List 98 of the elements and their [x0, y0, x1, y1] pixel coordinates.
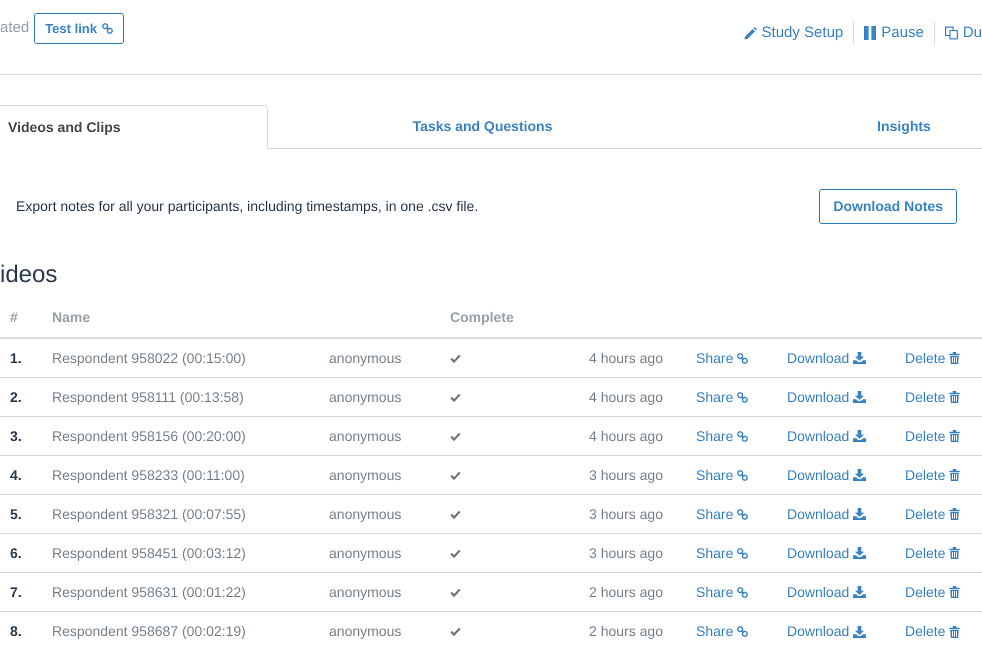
link-icon — [737, 352, 748, 364]
pencil-icon — [744, 26, 757, 40]
trash-icon — [949, 508, 960, 520]
share-link[interactable]: Share — [696, 621, 748, 642]
time-ago: 3 hours ago — [589, 504, 663, 524]
link-icon — [737, 586, 748, 598]
column-header: Name — [52, 308, 92, 327]
row-number: 3. — [10, 426, 22, 446]
status-text: ated — [0, 18, 30, 38]
download-icon — [853, 391, 866, 403]
delete-link[interactable]: Delete — [905, 504, 960, 524]
tab[interactable]: Videos and Clips — [0, 105, 268, 149]
share-link[interactable]: Share — [696, 348, 748, 368]
download-icon — [853, 352, 866, 364]
user-name: anonymous — [329, 466, 402, 485]
download-icon — [853, 430, 866, 442]
respondent-name: Respondent 958233 (00:11:00) — [52, 466, 245, 485]
user-name: anonymous — [329, 582, 402, 602]
link-icon — [737, 392, 748, 402]
download-link[interactable]: Download — [787, 464, 866, 486]
test-link-button[interactable]: Test link — [34, 13, 124, 44]
user-name: anonymous — [329, 504, 402, 524]
delete-link[interactable]: Delete — [905, 582, 960, 602]
download-link[interactable]: Download — [787, 582, 866, 602]
row-number: 1. — [10, 348, 22, 368]
user-name: anonymous — [329, 426, 402, 446]
row-number: 8. — [10, 622, 22, 641]
time-ago: 4 hours ago — [589, 388, 663, 407]
delete-link[interactable]: Delete — [905, 426, 960, 446]
trash-icon — [949, 352, 960, 364]
respondent-name: Respondent 958631 (00:01:22) — [52, 582, 246, 602]
edit-link[interactable]: Study Setup — [744, 22, 844, 44]
share-link[interactable]: Share — [696, 464, 748, 486]
trash-icon — [949, 430, 960, 442]
trash-icon — [949, 547, 960, 559]
download-link[interactable]: Download — [787, 621, 866, 642]
row-number: 7. — [10, 582, 22, 602]
tab[interactable]: Tasks and Questions — [268, 105, 697, 149]
row-number: 6. — [10, 544, 22, 562]
pause-link[interactable]: Pause — [864, 22, 924, 44]
copy-icon — [944, 26, 958, 40]
delete-link[interactable]: Delete — [905, 542, 960, 564]
download-icon — [853, 469, 866, 481]
tab[interactable]: Insights — [697, 105, 982, 149]
time-ago: 2 hours ago — [589, 622, 663, 641]
user-name: anonymous — [329, 622, 402, 641]
share-link[interactable]: Share — [696, 426, 748, 446]
download-icon — [853, 508, 866, 520]
link-icon — [102, 23, 113, 34]
time-ago: 4 hours ago — [589, 426, 663, 446]
time-ago: 3 hours ago — [589, 466, 663, 485]
user-name: anonymous — [329, 348, 402, 368]
respondent-name: Respondent 958111 (00:13:58) — [52, 388, 244, 407]
share-link[interactable]: Share — [696, 386, 748, 408]
row-number: 5. — [10, 504, 22, 524]
respondent-name: Respondent 958022 (00:15:00) — [52, 348, 246, 368]
row-number: 2. — [10, 388, 22, 406]
trash-icon — [949, 586, 960, 598]
respondent-name: Respondent 958451 (00:03:12) — [52, 544, 246, 563]
download-link[interactable]: Download — [787, 504, 866, 524]
pause-icon — [864, 26, 876, 40]
download-notes-button[interactable]: Download Notes — [819, 189, 957, 224]
share-link[interactable]: Share — [696, 542, 748, 564]
user-name: anonymous — [329, 388, 402, 407]
delete-link[interactable]: Delete — [905, 464, 960, 486]
delete-link[interactable]: Delete — [905, 386, 960, 408]
export-description: Export notes for all your participants, including timestamps, in one .csv file. — [16, 197, 478, 216]
share-link[interactable]: Share — [696, 582, 748, 602]
delete-link[interactable]: Delete — [905, 348, 960, 368]
share-link[interactable]: Share — [696, 504, 748, 524]
row-number: 4. — [10, 466, 22, 484]
duplicate-link[interactable]: Du — [944, 22, 982, 44]
download-icon — [853, 586, 866, 598]
delete-link[interactable]: Delete — [905, 621, 960, 642]
link-icon — [737, 548, 748, 558]
respondent-name: Respondent 958321 (00:07:55) — [52, 504, 246, 524]
time-ago: 2 hours ago — [589, 582, 663, 602]
trash-icon — [949, 469, 960, 481]
section-heading: ideos — [0, 260, 58, 290]
download-link[interactable]: Download — [787, 348, 866, 368]
link-icon — [737, 626, 748, 637]
link-icon — [737, 470, 748, 480]
download-link[interactable]: Download — [787, 542, 866, 564]
download-icon — [853, 626, 866, 638]
link-icon — [737, 430, 748, 442]
download-link[interactable]: Download — [787, 386, 866, 408]
download-link[interactable]: Download — [787, 426, 866, 446]
column-header: Complete — [450, 308, 515, 327]
download-icon — [853, 547, 866, 559]
user-name: anonymous — [329, 544, 402, 563]
link-icon — [737, 508, 748, 520]
time-ago: 4 hours ago — [589, 348, 663, 368]
time-ago: 3 hours ago — [589, 544, 663, 563]
trash-icon — [949, 626, 960, 638]
column-header: # — [10, 308, 19, 327]
trash-icon — [949, 391, 960, 403]
respondent-name: Respondent 958156 (00:20:00) — [52, 426, 246, 446]
respondent-name: Respondent 958687 (00:02:19) — [52, 622, 246, 641]
